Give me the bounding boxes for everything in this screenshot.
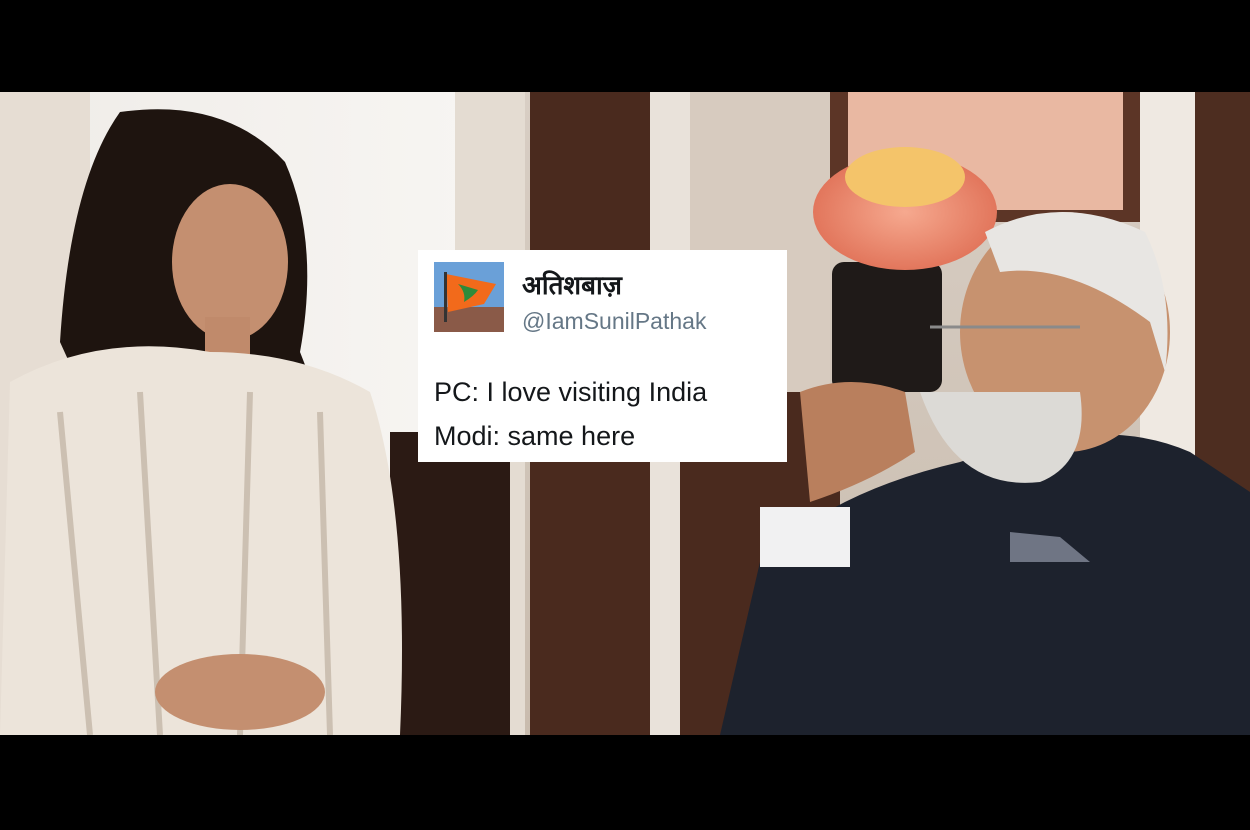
tweet-card: अतिशबाज़ @IamSunilPathak PC: I love visi…: [418, 250, 787, 462]
tweet-line-2: Modi: same here: [434, 421, 636, 451]
flag-avatar-icon: [434, 262, 504, 332]
tweet-text: PC: I love visiting India Modi: same her…: [434, 370, 707, 458]
display-name: अतिशबाज़: [522, 271, 622, 301]
tweet-line-1: PC: I love visiting India: [434, 377, 708, 407]
user-handle: @IamSunilPathak: [522, 308, 707, 334]
letterbox-top: [0, 0, 1250, 92]
avatar: [434, 262, 504, 332]
letterbox-bottom: [0, 735, 1250, 830]
